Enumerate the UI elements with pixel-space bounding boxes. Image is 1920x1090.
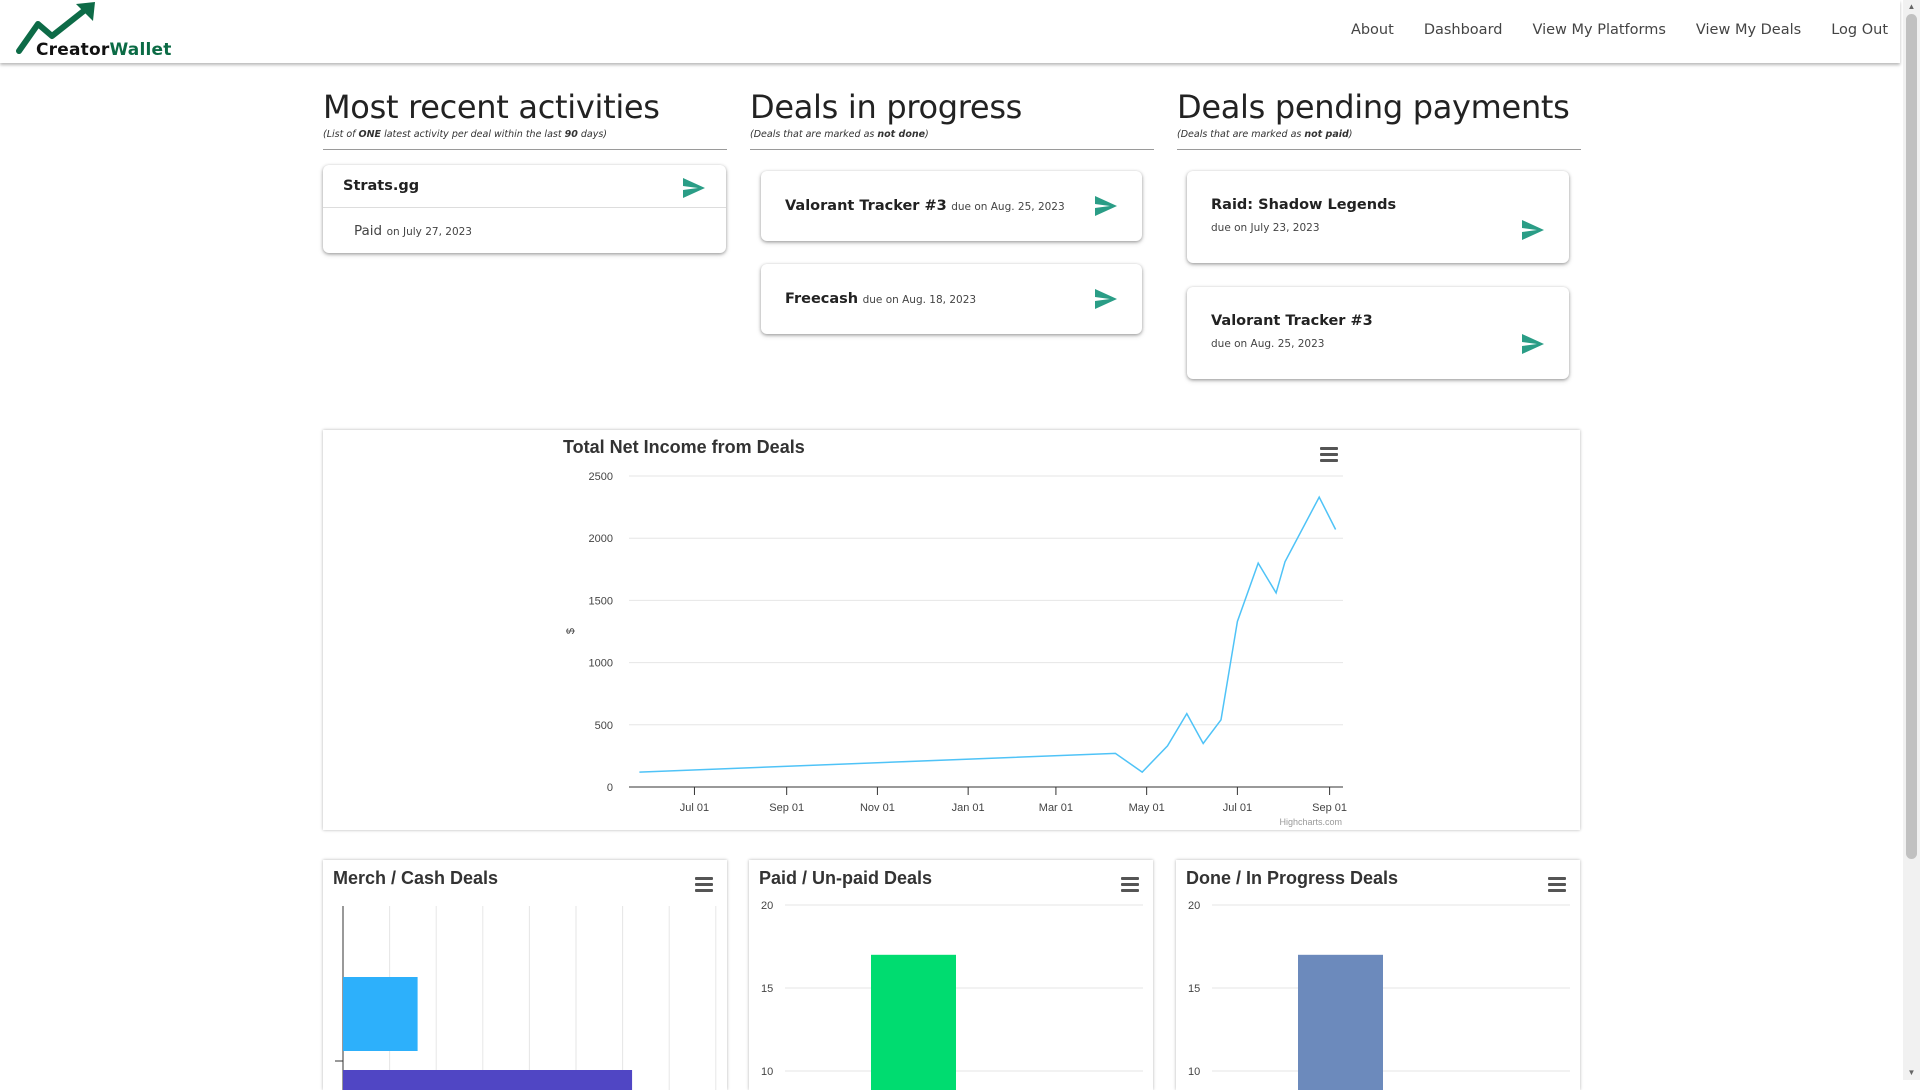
y-tick-label: 1500 <box>589 595 613 607</box>
activity-card[interactable]: Strats.gg Paid on July 27, 2023 <box>323 165 726 253</box>
merch-cash-bar-chart <box>335 906 717 1090</box>
activity-status-line: Paid on July 27, 2023 <box>354 222 472 240</box>
x-tick-label: Sep 01 <box>769 802 804 814</box>
deal-due-date: due on July 23, 2023 <box>1211 222 1320 234</box>
deals-in-progress-subtitle: (Deals that are marked as not done) <box>750 129 929 140</box>
in-progress-deal-card[interactable]: Freecash due on Aug. 18, 2023 <box>761 264 1142 334</box>
logo-text: CreatorWallet <box>36 40 172 60</box>
highcharts-credit: Highcharts.com <box>1279 817 1342 827</box>
y-tick-label: 10 <box>761 1066 773 1078</box>
x-tick-label: Jul 01 <box>1223 802 1252 814</box>
done-deals-bar <box>1298 954 1383 1090</box>
send-icon[interactable] <box>1094 195 1118 217</box>
activity-date: on July 27, 2023 <box>386 226 472 238</box>
deal-due-date: due on Aug. 25, 2023 <box>1211 338 1325 350</box>
scroll-down-arrow-icon[interactable]: ▼ <box>1903 1066 1920 1080</box>
y-tick-label: 10 <box>1188 1066 1200 1078</box>
net-income-line-chart: 0 500 1000 1500 2000 2500 Jul 01 Sep 01 Nov 01 Ja… <box>565 471 1347 827</box>
activity-status: Paid <box>354 223 383 239</box>
merch-cash-chart-panel: Merch / Cash Deals <box>323 860 727 1090</box>
deal-name: Valorant Tracker #3 <box>1211 313 1373 329</box>
deal-name: Raid: Shadow Legends <box>1211 197 1397 213</box>
y-tick-label: 20 <box>761 900 773 912</box>
send-icon[interactable] <box>682 177 706 199</box>
deals-in-progress-title: Deals in progress <box>750 88 1023 126</box>
y-tick-label: 15 <box>761 983 773 995</box>
nav-links: About Dashboard View My Platforms View M… <box>1321 22 1888 38</box>
deals-in-progress-section: Deals in progress (Deals that are marked… <box>750 86 1154 150</box>
send-icon[interactable] <box>1094 288 1118 310</box>
y-tick-label: 500 <box>595 720 613 732</box>
creatorwallet-logo[interactable]: CreatorWallet <box>16 2 176 60</box>
nav-dashboard-link[interactable]: Dashboard <box>1424 22 1503 38</box>
paid-deals-bar <box>871 954 956 1090</box>
nav-logout-link[interactable]: Log Out <box>1831 22 1888 38</box>
merch-bar <box>343 977 418 1051</box>
cash-bar <box>343 1070 633 1090</box>
divider <box>750 149 1154 150</box>
y-tick-label: 2000 <box>589 533 613 545</box>
divider <box>1177 149 1581 150</box>
deal-due-date: due on Aug. 18, 2023 <box>862 294 977 306</box>
nav-about-link[interactable]: About <box>1351 22 1394 38</box>
deals-pending-payments-subtitle: (Deals that are marked as not paid) <box>1177 129 1353 140</box>
divider <box>323 149 727 150</box>
deal-due-date: due on Aug. 25, 2023 <box>951 201 1065 213</box>
x-tick-label: Mar 01 <box>1039 802 1073 814</box>
nav-platforms-link[interactable]: View My Platforms <box>1532 22 1665 38</box>
paid-unpaid-bar-chart: 10 15 20 <box>761 900 1143 1090</box>
x-tick-label: Jul 01 <box>680 802 709 814</box>
scroll-up-arrow-icon[interactable]: ▲ <box>1903 0 1920 14</box>
vertical-scrollbar[interactable]: ▲ ▼ <box>1903 0 1920 1080</box>
deal-name-line: Valorant Tracker #3 due on Aug. 25, 2023 <box>785 197 1065 215</box>
navbar: CreatorWallet About Dashboard View My Pl… <box>0 0 1900 63</box>
deal-name-line: Freecash due on Aug. 18, 2023 <box>785 290 976 308</box>
deals-pending-payments-section: Deals pending payments (Deals that are m… <box>1177 86 1581 150</box>
deal-name: Freecash <box>785 291 859 307</box>
card-divider <box>323 207 726 208</box>
send-icon[interactable] <box>1521 333 1545 355</box>
y-tick-label: 15 <box>1188 983 1200 995</box>
recent-activities-section: Most recent activities (List of ONE late… <box>323 86 727 150</box>
y-axis-label: $ <box>565 628 577 634</box>
in-progress-deal-card[interactable]: Valorant Tracker #3 due on Aug. 25, 2023 <box>761 171 1142 241</box>
recent-activities-title: Most recent activities <box>323 88 660 126</box>
net-income-chart-panel: Total Net Income from Deals 0 500 1000 1500… <box>323 430 1580 830</box>
x-tick-label: Jan 01 <box>952 802 985 814</box>
y-tick-label: 2500 <box>589 471 613 483</box>
scroll-thumb[interactable] <box>1906 14 1917 859</box>
x-tick-label: May 01 <box>1129 802 1165 814</box>
pending-payment-card[interactable]: Valorant Tracker #3 due on Aug. 25, 2023 <box>1187 287 1569 379</box>
done-progress-chart-panel: Done / In Progress Deals 10 15 20 <box>1176 860 1580 1090</box>
done-progress-bar-chart: 10 15 20 <box>1188 900 1570 1090</box>
x-tick-label: Nov 01 <box>860 802 895 814</box>
x-tick-label: Sep 01 <box>1312 802 1347 814</box>
y-tick-label: 20 <box>1188 900 1200 912</box>
paid-unpaid-chart-panel: Paid / Un-paid Deals 10 15 20 <box>749 860 1153 1090</box>
pending-payment-card[interactable]: Raid: Shadow Legends due on July 23, 202… <box>1187 171 1569 263</box>
recent-activities-subtitle: (List of ONE latest activity per deal wi… <box>323 129 607 140</box>
deal-name: Valorant Tracker #3 <box>785 198 947 214</box>
send-icon[interactable] <box>1521 219 1545 241</box>
y-tick-label: 1000 <box>589 658 613 670</box>
deals-pending-payments-title: Deals pending payments <box>1177 88 1570 126</box>
y-tick-label: 0 <box>607 782 613 794</box>
activity-deal-name: Strats.gg <box>343 178 420 194</box>
nav-deals-link[interactable]: View My Deals <box>1696 22 1801 38</box>
